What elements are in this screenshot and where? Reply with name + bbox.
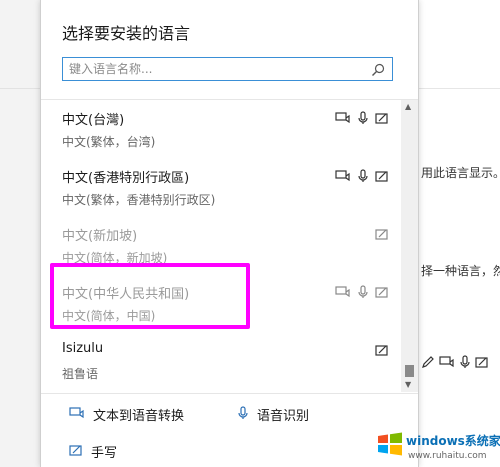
text-to-speech-icon — [335, 285, 351, 299]
language-subtitle: 中文(繁体，香港特别行政区) — [62, 193, 216, 207]
handwriting-icon — [375, 227, 389, 241]
legend-handwriting: 手写 — [69, 442, 117, 461]
handwriting-icon — [375, 111, 389, 125]
language-features — [335, 285, 389, 299]
language-name: 中文(台灣) — [62, 113, 125, 128]
scrollbar-thumb[interactable] — [405, 365, 414, 377]
pen-icon — [421, 354, 435, 373]
handwriting-icon — [375, 169, 389, 183]
language-item-zh-hk[interactable]: 中文(香港特別行政區) 中文(繁体，香港特别行政区) — [41, 160, 401, 218]
handwriting-icon — [475, 354, 489, 373]
language-name: 中文(中华人民共和国) — [62, 287, 190, 302]
language-features — [335, 111, 389, 125]
watermark-url: www.ruhaitu.com — [408, 451, 487, 461]
handwriting-icon — [375, 343, 389, 357]
search-box[interactable] — [62, 57, 393, 81]
text-to-speech-icon — [69, 406, 85, 424]
background-right-pane — [417, 0, 500, 467]
language-name: 中文(香港特別行政區) — [62, 171, 190, 186]
legend-speech: 语音识别 — [237, 405, 309, 424]
windows-logo-icon — [378, 432, 402, 456]
language-item-zh-tw[interactable]: 中文(台灣) 中文(繁体，台湾) — [41, 102, 401, 160]
search-input[interactable] — [63, 58, 369, 80]
background-text-display: 用此语言显示。 — [421, 166, 500, 180]
text-to-speech-icon — [335, 169, 351, 183]
language-features — [335, 169, 389, 183]
language-picker-dialog: 选择要安装的语言 中文(台灣) 中文(繁体，台湾) 中文(香港特別行政區) 中文… — [40, 0, 419, 467]
microphone-icon — [357, 285, 369, 299]
language-subtitle: 中文(简体，新加坡) — [62, 251, 168, 265]
microphone-icon — [237, 405, 249, 424]
language-subtitle: 中文(简体，中国) — [62, 309, 156, 323]
background-text-choose: 择一种语言，然 — [421, 264, 500, 278]
language-name: 中文(新加坡) — [62, 229, 138, 244]
text-to-speech-icon — [439, 354, 455, 373]
legend-text-to-speech: 文本到语音转换 — [69, 405, 184, 424]
legend-label: 文本到语音转换 — [93, 409, 185, 424]
language-features — [375, 343, 389, 357]
language-subtitle: 祖鲁语 — [62, 367, 99, 381]
watermark-title: windows系统家园 — [406, 434, 500, 448]
language-name: Isizulu — [62, 341, 104, 356]
microphone-icon — [459, 354, 471, 373]
dialog-title: 选择要安装的语言 — [62, 24, 191, 43]
background-feature-icons — [421, 354, 489, 373]
language-subtitle: 中文(繁体，台湾) — [62, 135, 156, 149]
background-divider — [417, 88, 500, 89]
handwriting-icon — [375, 285, 389, 299]
scroll-down-arrow-icon[interactable]: ▼ — [405, 380, 411, 389]
microphone-icon — [357, 111, 369, 125]
text-to-speech-icon — [335, 111, 351, 125]
language-item-zu[interactable]: Isizulu 祖鲁语 — [41, 334, 401, 392]
language-item-zh-sg[interactable]: 中文(新加坡) 中文(简体，新加坡) — [41, 218, 401, 276]
language-features — [375, 227, 389, 241]
legend-divider — [41, 393, 418, 394]
list-scrollbar[interactable]: ▲ ▼ — [401, 100, 418, 392]
language-list: 中文(台灣) 中文(繁体，台湾) 中文(香港特別行政區) 中文(繁体，香港特别行… — [41, 100, 401, 392]
background-left-pane — [0, 0, 40, 467]
language-item-zh-cn[interactable]: 中文(中华人民共和国) 中文(简体，中国) — [41, 276, 401, 334]
scroll-up-arrow-icon[interactable]: ▲ — [405, 102, 411, 111]
microphone-icon — [357, 169, 369, 183]
legend-label: 语音识别 — [257, 409, 310, 424]
search-icon[interactable] — [371, 62, 385, 81]
handwriting-icon — [69, 443, 83, 461]
background-divider — [0, 88, 40, 89]
legend-label: 手写 — [91, 446, 118, 461]
watermark: windows系统家园 www.ruhaitu.com — [368, 424, 500, 467]
